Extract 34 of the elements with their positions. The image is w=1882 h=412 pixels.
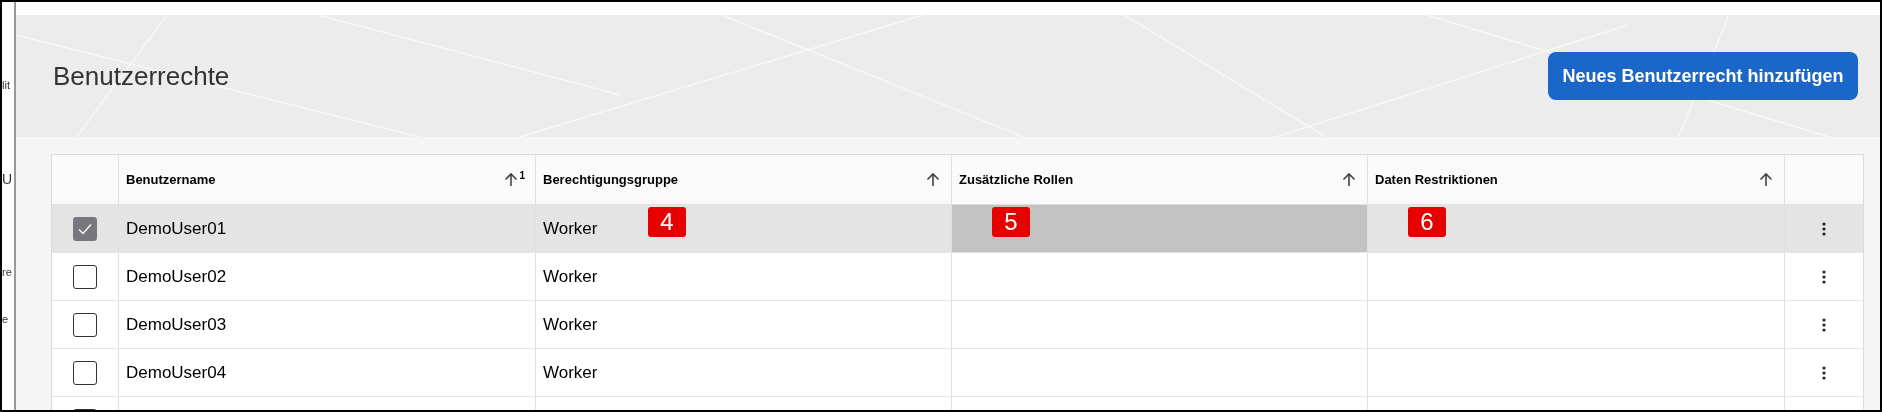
table-cell-text: Worker [543,217,598,240]
more-options-icon[interactable] [1822,317,1826,332]
row-checkbox[interactable] [73,264,97,289]
table-cell-text: DemoUser02 [126,265,227,288]
annotation-badge: 5 [992,207,1030,237]
annotation-badge: 6 [1408,207,1446,237]
page-title: Benutzerrechte [53,59,230,93]
column-header[interactable]: Berechtigungsgruppe [543,169,679,190]
add-button[interactable]: Neues Benutzerrecht hinzufügen [1548,52,1858,100]
sort-arrow-icon[interactable] [1341,171,1357,188]
sort-order-number: 1 [519,168,525,183]
sort-arrow-icon[interactable] [503,171,520,188]
window-text-fragment: e [2,314,9,325]
window-text-fragment: lit [2,80,10,91]
window-text-fragment: U [2,172,13,186]
table-cell-text: DemoUser03 [126,313,227,336]
sort-arrow-icon[interactable] [925,171,941,188]
table-cell-text: Worker [543,265,598,288]
column-header[interactable]: Zusätzliche Rollen [959,169,1074,190]
table-cell-text: Worker [543,361,598,384]
column-header[interactable]: Benutzername [126,169,216,190]
more-options-icon[interactable] [1822,365,1826,380]
row-checkbox[interactable] [73,312,97,337]
row-checkbox[interactable] [73,360,97,385]
column-header[interactable]: Daten Restriktionen [1375,169,1498,190]
sort-arrow-icon[interactable] [1758,171,1774,188]
window-text-fragment: re [2,267,12,278]
table-cell-text: Worker [543,313,598,336]
row-checkbox[interactable] [73,216,97,241]
table-cell-text: DemoUser04 [126,361,227,384]
table-cell-text: DemoUser01 [126,217,227,240]
annotation-badge: 4 [648,207,686,237]
more-options-icon[interactable] [1822,269,1826,284]
more-options-icon[interactable] [1822,221,1826,236]
